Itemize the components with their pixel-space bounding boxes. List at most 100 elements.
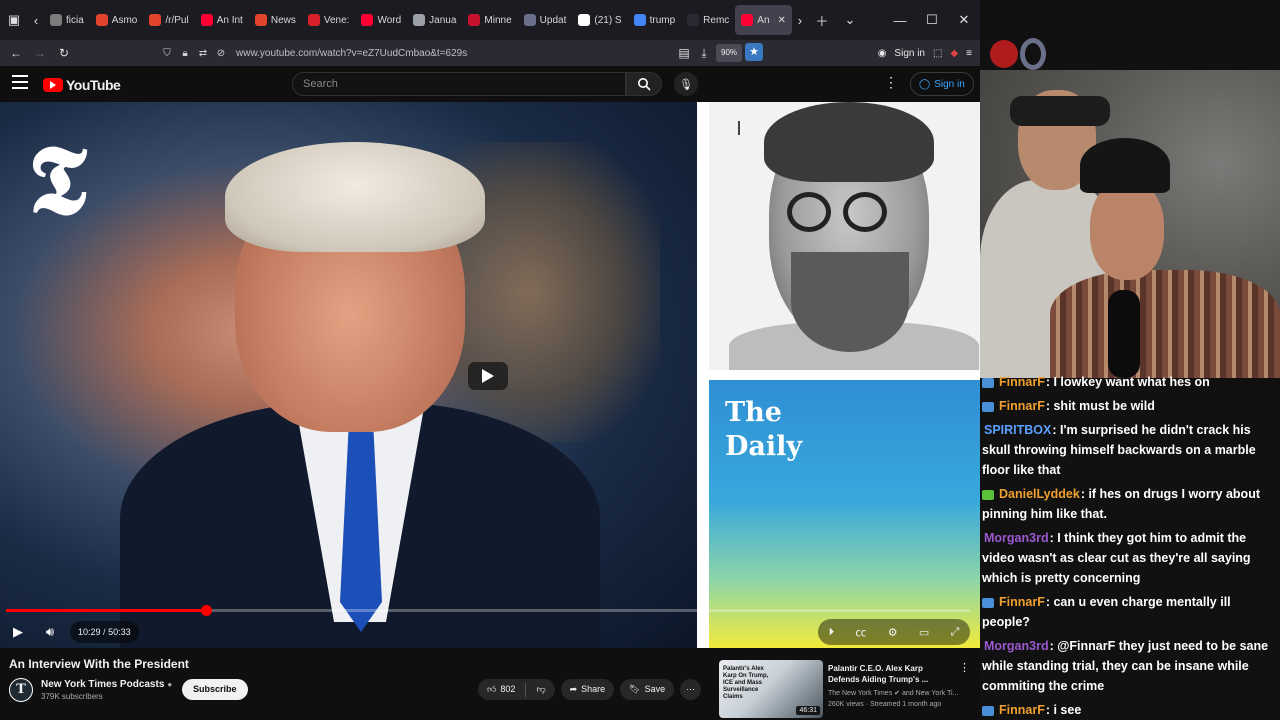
chat-username[interactable]: SPIRITBOX [984, 423, 1051, 437]
theater-mode-icon[interactable]: ▭ [919, 626, 929, 639]
chat-username[interactable]: FinnarF [999, 595, 1045, 609]
video-actions: 👍︎ 802 👎︎ ➦ Share 🔖︎ Save ⋯ [478, 679, 702, 700]
channel-name[interactable]: New York Times Podcasts ● [41, 679, 172, 690]
browser-tab[interactable]: trump [628, 5, 682, 35]
browser-tab[interactable]: Remc [681, 5, 735, 35]
search-input[interactable]: Search [292, 72, 626, 96]
share-button[interactable]: ➦ Share [560, 679, 615, 700]
video-player[interactable]: 𝕿 The Daily ▶ 🔊︎ 10:29 / 50:33 ⏵ ㏄ ⚙ ▭ ⤢ [0, 102, 980, 648]
thumbs-up-icon: 👍︎ [487, 684, 497, 694]
fullscreen-icon[interactable]: ⤢ [951, 626, 960, 639]
extensions-icon[interactable]: ⬚ [933, 48, 942, 59]
progress-fill [6, 609, 206, 612]
lock-icon[interactable]: 🔒︎ [176, 48, 194, 59]
tab-label: (21) S [594, 14, 622, 26]
save-button[interactable]: 🔖︎ Save [620, 679, 675, 700]
browser-tab[interactable]: Updat [518, 5, 573, 35]
forward-arrow-icon[interactable]: → [28, 40, 52, 66]
chat-username[interactable]: FinnarF [999, 703, 1045, 717]
bookmark-star-icon[interactable]: ★ [745, 43, 763, 61]
browser-tab[interactable]: Asmo [90, 5, 144, 35]
youtube-logo[interactable]: YouTube [43, 77, 121, 93]
recommended-more-icon[interactable]: ⋮ [959, 661, 970, 674]
hamburger-menu-icon[interactable] [12, 75, 28, 89]
new-tab-icon[interactable]: ＋ [808, 6, 836, 34]
extension-badge-icon[interactable]: ◆ [950, 48, 958, 59]
chat-badge-icon [982, 377, 994, 388]
navigation-bar: ← → ↻ ⛉ 🔒︎ ⇄ ⊘ www.youtube.com/watch?v=e… [0, 40, 980, 66]
tab-scroll-left-icon[interactable]: ‹ [28, 6, 44, 34]
url-text[interactable]: www.youtube.com/watch?v=eZ7UudCmbao&t=62… [236, 48, 467, 59]
chat-username[interactable]: FinnarF [999, 375, 1045, 389]
youtube-logo-text: YouTube [66, 77, 121, 93]
tab-favicon-icon [50, 14, 62, 26]
tab-label: Updat [539, 14, 567, 26]
more-actions-icon[interactable]: ⋯ [680, 679, 702, 700]
search-icon [638, 78, 651, 91]
scrubber-handle[interactable] [200, 605, 212, 616]
volume-icon[interactable]: 🔊︎ [38, 620, 62, 644]
voice-search-mic-icon[interactable]: 🎙︎ [674, 72, 698, 96]
youtube-signin-button[interactable]: ◯ Sign in [910, 72, 974, 96]
time-display: 10:29 / 50:33 [70, 621, 139, 643]
duration: 50:33 [108, 627, 131, 637]
reload-icon[interactable]: ↻ [52, 40, 76, 66]
recommended-video[interactable]: Palantir's Alex Karp On Trump, ICE and M… [719, 660, 971, 718]
chat-badge-icon [982, 489, 994, 500]
browser-tab[interactable]: An ✕ [735, 5, 792, 35]
tab-bar: ▣ ‹ ficia Asmo/r/Pul An Int News Vene: Word Ja… [0, 0, 980, 40]
channel-avatar[interactable]: T [9, 678, 33, 702]
subscribe-button[interactable]: Subscribe [182, 679, 248, 700]
autoplay-blocked-icon[interactable]: ⊘ [212, 48, 230, 59]
progress-bar[interactable] [6, 605, 970, 616]
tab-favicon-icon [413, 14, 426, 26]
save-to-pocket-icon[interactable]: ⤓ [692, 40, 716, 66]
channel-name-text[interactable]: New York Times Podcasts [41, 679, 164, 690]
close-window-icon[interactable]: ✕ [948, 0, 980, 40]
minimize-icon[interactable]: — [884, 0, 916, 40]
close-tab-icon[interactable]: ✕ [778, 15, 786, 26]
tab-favicon-icon [523, 14, 536, 26]
chat-username[interactable]: FinnarF [999, 399, 1045, 413]
like-button[interactable]: 👍︎ 802 👎︎ [478, 679, 555, 700]
back-arrow-icon[interactable]: ← [4, 40, 28, 66]
tab-list-chevron-down-icon[interactable]: ⌄ [836, 6, 864, 34]
browser-signin-label[interactable]: Sign in [894, 48, 925, 59]
center-play-button[interactable] [468, 362, 508, 390]
maximize-icon[interactable]: ☐ [916, 0, 948, 40]
chat-username[interactable]: DanielLyddek [999, 487, 1080, 501]
chat-message: FinnarF: i see [982, 700, 1278, 720]
permissions-icon[interactable]: ⇄ [194, 48, 212, 59]
tab-label: Minne [484, 14, 512, 26]
settings-kebab-icon[interactable]: ⋮ [884, 74, 898, 91]
browser-tab[interactable]: Janua [407, 5, 462, 35]
autoplay-toggle-icon[interactable]: ⏵ [829, 626, 835, 639]
thumbs-down-icon[interactable]: 👎︎ [536, 679, 545, 700]
search-button[interactable] [626, 72, 662, 96]
tab-scroll-right-icon[interactable]: › [792, 6, 808, 34]
zoom-level-badge[interactable]: 90% [716, 44, 743, 62]
like-count: 802 [500, 684, 516, 694]
browser-tab[interactable]: /r/Pul [143, 5, 194, 35]
browser-tab[interactable]: Vene: [302, 5, 356, 35]
shield-icon[interactable]: ⛉ [158, 48, 176, 59]
tab-label: An Int [216, 14, 243, 26]
browser-tab[interactable]: ficia [44, 5, 90, 35]
recommended-thumbnail[interactable]: Palantir's Alex Karp On Trump, ICE and M… [719, 660, 823, 718]
browser-tab[interactable]: Minne [462, 5, 517, 35]
browser-tab[interactable]: Word [355, 5, 407, 35]
chat-message: FinnarF: can u even charge mentally ill … [982, 592, 1278, 632]
tab-overview-icon[interactable]: ▣ [0, 6, 28, 34]
menu-icon[interactable]: ≡ [966, 48, 972, 59]
tab-favicon-icon [468, 14, 481, 26]
browser-tab[interactable]: An Int [195, 5, 249, 35]
browser-tab[interactable]: News [249, 5, 302, 35]
recommended-title[interactable]: Palantir C.E.O. Alex Karp Defends Aiding… [828, 663, 956, 685]
account-icon[interactable]: ◉ [878, 48, 887, 59]
settings-gear-icon[interactable]: ⚙ [888, 626, 898, 639]
browser-tab[interactable]: (21) S [572, 5, 627, 35]
chat-username[interactable]: Morgan3rd [984, 639, 1049, 653]
play-button[interactable]: ▶ [6, 620, 30, 644]
subtitles-icon[interactable]: ㏄ [855, 624, 866, 640]
chat-username[interactable]: Morgan3rd [984, 531, 1049, 545]
